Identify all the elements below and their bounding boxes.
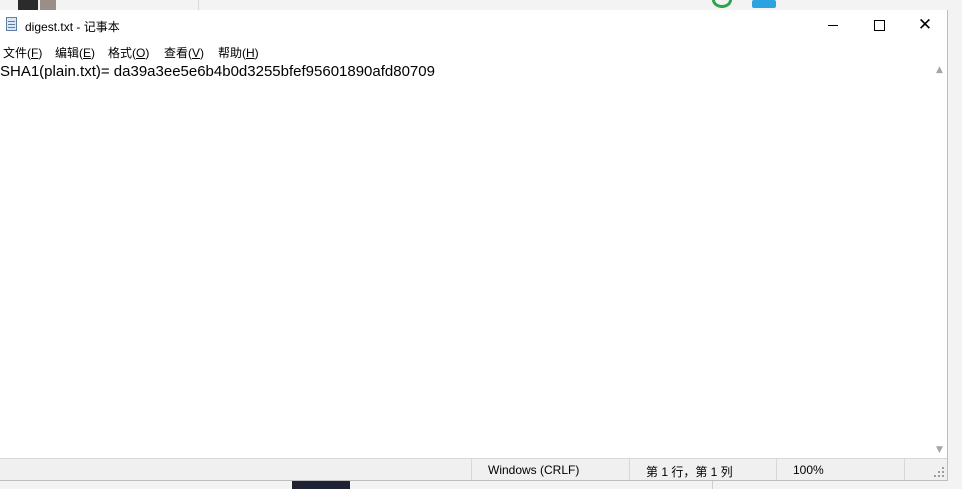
status-divider (471, 459, 472, 480)
menu-bar: 文件(F) 编辑(E) 格式(O) 查看(V) 帮助(H) (0, 41, 947, 61)
background-thumbnail (18, 0, 38, 10)
status-divider (776, 459, 777, 480)
status-divider (904, 459, 905, 480)
minimize-button[interactable] (810, 10, 856, 41)
scroll-down-icon[interactable]: ▼ (932, 441, 947, 458)
sync-icon (752, 0, 776, 8)
menu-help[interactable]: 帮助(H) (218, 44, 259, 61)
background-desktop-edge (948, 10, 962, 481)
title-bar[interactable]: digest.txt - 记事本 ✕ (0, 10, 947, 41)
menu-edit[interactable]: 编辑(E) (55, 44, 95, 61)
notepad-window: digest.txt - 记事本 ✕ 文件(F) 编辑(E) 格式(O) 查看(… (0, 10, 948, 481)
menu-view[interactable]: 查看(V) (164, 44, 204, 61)
close-icon: ✕ (917, 15, 933, 35)
status-divider (629, 459, 630, 480)
window-title: digest.txt - 记事本 (25, 20, 120, 34)
vertical-scrollbar[interactable]: ▲ ▼ (932, 61, 947, 458)
editor-content[interactable]: SHA1(plain.txt)= da39a3ee5e6b4b0d3255bfe… (0, 63, 435, 80)
notepad-icon[interactable] (6, 17, 17, 31)
close-button[interactable]: ✕ (902, 10, 948, 41)
background-taskbar-item (292, 481, 350, 489)
scroll-up-icon[interactable]: ▲ (932, 61, 947, 78)
status-bar: Windows (CRLF) 第 1 行，第 1 列 100% (0, 458, 947, 480)
background-bottom-strip (0, 481, 962, 489)
menu-file[interactable]: 文件(F) (3, 44, 42, 61)
maximize-icon (873, 20, 885, 31)
background-thumbnail (40, 0, 56, 10)
status-encoding: Windows (CRLF) (488, 463, 580, 477)
maximize-button[interactable] (856, 10, 902, 41)
background-divider (198, 0, 199, 10)
background-window-strip (0, 0, 962, 10)
phone-icon (712, 0, 732, 8)
background-divider (712, 481, 713, 489)
minimize-icon (828, 25, 838, 26)
status-cursor-position: 第 1 行，第 1 列 (646, 465, 733, 479)
status-zoom: 100% (793, 463, 824, 477)
text-editor[interactable]: SHA1(plain.txt)= da39a3ee5e6b4b0d3255bfe… (0, 61, 932, 458)
resize-grip-icon[interactable] (934, 467, 944, 477)
menu-format[interactable]: 格式(O) (108, 44, 149, 61)
